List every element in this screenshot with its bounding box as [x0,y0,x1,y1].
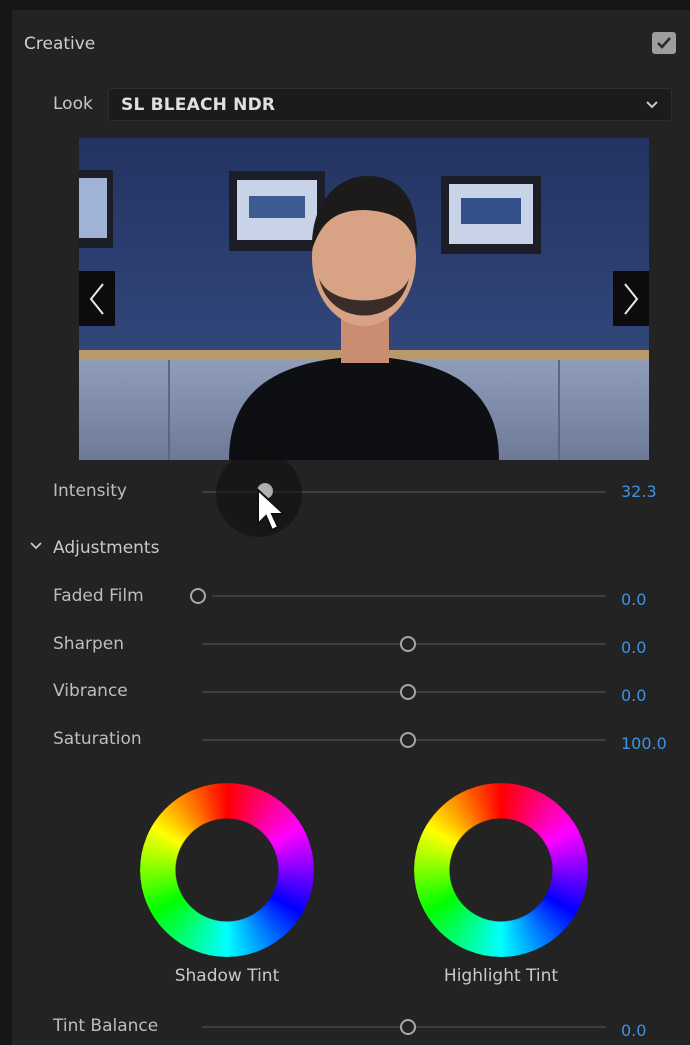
look-label: Look [53,94,93,114]
saturation-slider-knob[interactable] [400,732,416,748]
creative-panel: Creative Look SL BLEACH NDR Intensity 32… [12,10,690,1045]
vibrance-slider-knob[interactable] [400,684,416,700]
mouse-cursor-icon [257,487,287,532]
chevron-right-icon [624,282,639,315]
next-look-button[interactable] [613,271,649,326]
collapse-chevron-icon[interactable] [29,540,43,552]
sharpen-value[interactable]: 0.0 [621,638,646,657]
chevron-down-icon [646,101,658,109]
chevron-left-icon [89,282,104,315]
highlight-tint-label: Highlight Tint [443,966,559,986]
tint-balance-label: Tint Balance [53,1016,159,1036]
section-title: Creative [24,34,96,54]
look-preview-image [79,138,649,460]
enable-checkbox[interactable] [652,32,676,54]
saturation-value[interactable]: 100.0 [621,734,667,753]
shadow-tint-label: Shadow Tint [174,966,280,986]
highlight-tint-wheel[interactable] [414,783,588,957]
faded-film-slider[interactable] [212,595,606,597]
previous-look-button[interactable] [79,271,115,326]
sharpen-label: Sharpen [53,634,124,654]
adjustments-header[interactable]: Adjustments [53,538,159,558]
saturation-label: Saturation [53,729,142,749]
faded-film-label: Faded Film [53,586,144,606]
preview-thumbnail [79,138,649,460]
intensity-label: Intensity [53,481,127,501]
tint-balance-slider-knob[interactable] [400,1019,416,1035]
vibrance-value[interactable]: 0.0 [621,686,646,705]
sharpen-slider-knob[interactable] [400,636,416,652]
look-dropdown[interactable]: SL BLEACH NDR [108,88,672,121]
faded-film-value[interactable]: 0.0 [621,590,646,609]
shadow-tint-wheel[interactable] [140,783,314,957]
look-selected-value: SL BLEACH NDR [121,95,276,115]
checkmark-icon [657,37,671,49]
faded-film-slider-knob[interactable] [190,588,206,604]
intensity-value[interactable]: 32.3 [621,482,657,501]
tint-balance-value[interactable]: 0.0 [621,1021,646,1040]
vibrance-label: Vibrance [53,681,128,701]
